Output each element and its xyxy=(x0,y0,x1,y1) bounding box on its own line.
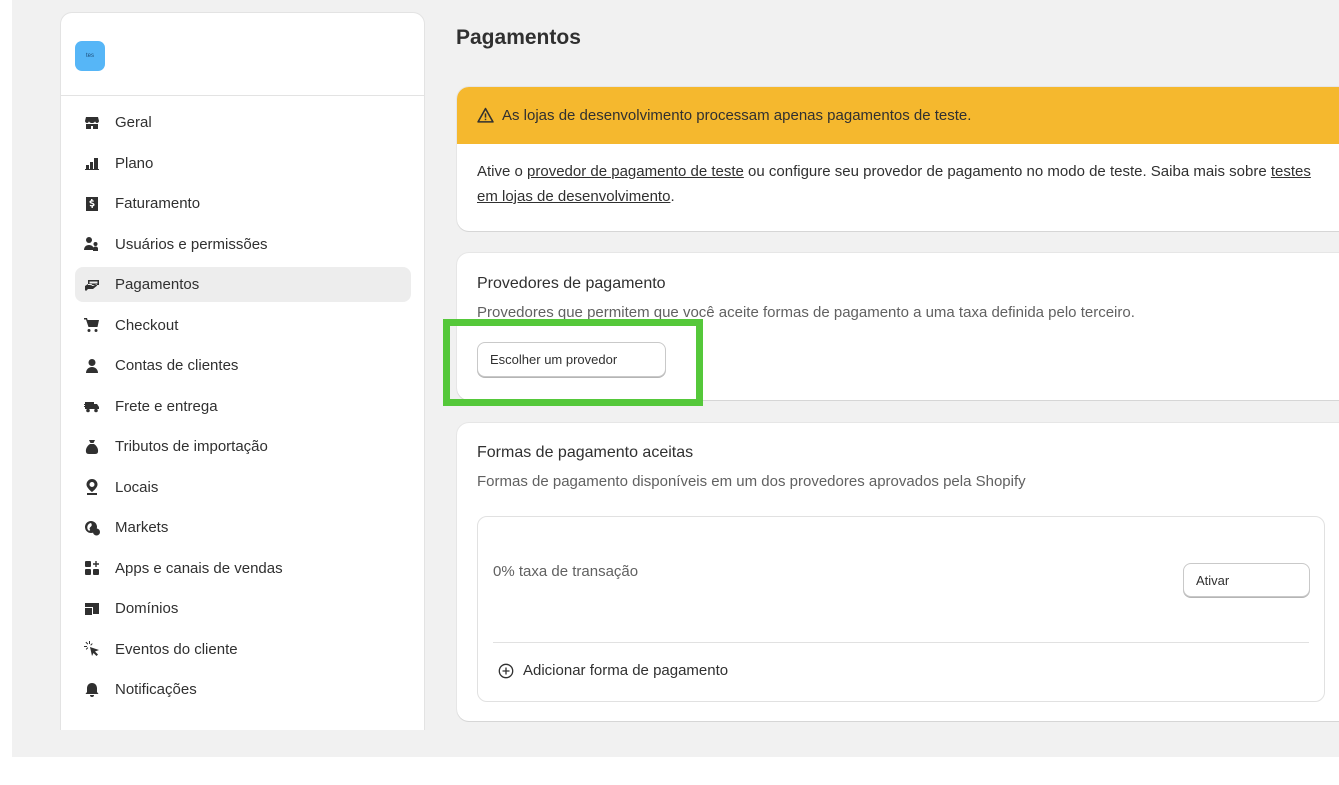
sidebar-item-label: Domínios xyxy=(115,600,179,617)
plan-icon xyxy=(83,154,101,172)
store-icon xyxy=(83,114,101,132)
add-payment-method-label: Adicionar forma de pagamento xyxy=(523,662,729,679)
globe-icon xyxy=(83,519,101,537)
billing-icon xyxy=(83,195,101,213)
apps-icon xyxy=(83,559,101,577)
sidebar-item-locais[interactable]: Locais xyxy=(75,470,411,505)
providers-title: Provedores de pagamento xyxy=(477,275,666,292)
sidebar-item-label: Contas de clientes xyxy=(115,357,239,374)
location-icon xyxy=(83,478,101,496)
sidebar-item-checkout[interactable]: Checkout xyxy=(75,308,411,343)
sidebar-item-faturamento[interactable]: Faturamento xyxy=(75,186,411,221)
sidebar-item-notificacoes[interactable]: Notificações xyxy=(75,672,411,707)
sidebar-item-markets[interactable]: Markets xyxy=(75,510,411,545)
person-icon xyxy=(83,357,101,375)
banner-text: . xyxy=(670,188,675,205)
activate-button[interactable]: Ativar xyxy=(1183,563,1310,597)
users-icon xyxy=(83,235,101,253)
sidebar-item-label: Notificações xyxy=(115,681,197,698)
test-mode-banner: As lojas de desenvolvimento processam ap… xyxy=(457,87,1339,231)
page-title: Pagamentos xyxy=(456,26,581,49)
sidebar-item-apps[interactable]: Apps e canais de vendas xyxy=(75,551,411,586)
sidebar-item-label: Checkout xyxy=(115,316,179,334)
cursor-click-icon xyxy=(83,640,101,658)
sidebar-item-label: Markets xyxy=(115,519,169,536)
providers-subtitle: Provedores que permitem que você aceite … xyxy=(477,304,1135,321)
sidebar-header: tes xyxy=(61,13,424,96)
payments-icon xyxy=(83,276,101,294)
settings-sidebar: tes Geral Plano Faturamento Usuários e p… xyxy=(60,12,425,730)
plus-circle-icon xyxy=(498,663,514,678)
sidebar-item-label: Usuários e permissões xyxy=(115,235,268,253)
sidebar-item-eventos[interactable]: Eventos do cliente xyxy=(75,632,411,667)
sidebar-item-pagamentos[interactable]: Pagamentos xyxy=(75,267,411,302)
sidebar-item-label: Geral xyxy=(115,114,152,131)
sidebar-item-label: Plano xyxy=(115,154,154,172)
domain-icon xyxy=(83,600,101,618)
choose-provider-button[interactable]: Escolher um provedor xyxy=(477,342,666,377)
settings-nav: Geral Plano Faturamento Usuários e permi… xyxy=(75,105,411,713)
divider xyxy=(493,642,1309,643)
bell-icon xyxy=(83,681,101,699)
sidebar-item-label: Frete e entrega xyxy=(115,397,218,415)
methods-subtitle: Formas de pagamento disponíveis em um do… xyxy=(477,473,1026,490)
sidebar-item-usuarios[interactable]: Usuários e permissões xyxy=(75,227,411,262)
payment-providers-card: Provedores de pagamento Provedores que p… xyxy=(457,253,1339,400)
cart-icon xyxy=(83,316,101,334)
payment-method-panel: 0% taxa de transação Ativar Adicionar fo… xyxy=(477,516,1325,702)
sidebar-item-dominios[interactable]: Domínios xyxy=(75,591,411,626)
sidebar-item-plano[interactable]: Plano xyxy=(75,146,411,181)
warning-icon xyxy=(477,107,494,123)
sidebar-item-label: Faturamento xyxy=(115,195,201,212)
banner-text: ou configure seu provedor de pagamento n… xyxy=(743,163,1271,180)
sidebar-item-label: Pagamentos xyxy=(115,276,200,293)
test-provider-link[interactable]: provedor de pagamento de teste xyxy=(527,163,744,180)
banner-header: As lojas de desenvolvimento processam ap… xyxy=(457,87,1339,144)
truck-icon xyxy=(83,397,101,415)
sidebar-item-tributos[interactable]: Tributos de importação xyxy=(75,429,411,464)
add-payment-method-button[interactable]: Adicionar forma de pagamento xyxy=(498,662,728,679)
sidebar-item-label: Tributos de importação xyxy=(115,438,268,455)
store-logo[interactable]: tes xyxy=(75,41,105,71)
methods-title: Formas de pagamento aceitas xyxy=(477,444,694,461)
banner-warning-text: As lojas de desenvolvimento processam ap… xyxy=(502,107,972,124)
accepted-payment-methods-card: Formas de pagamento aceitas Formas de pa… xyxy=(457,423,1339,721)
sidebar-item-label: Apps e canais de vendas xyxy=(115,559,283,577)
transaction-fee-label: 0% taxa de transação xyxy=(493,563,639,580)
sidebar-item-geral[interactable]: Geral xyxy=(75,105,411,140)
sidebar-item-label: Eventos do cliente xyxy=(115,640,238,658)
banner-body: Ative o provedor de pagamento de teste o… xyxy=(457,144,1337,224)
sidebar-item-frete[interactable]: Frete e entrega xyxy=(75,389,411,424)
banner-text: Ative o xyxy=(477,163,528,180)
money-bag-icon xyxy=(83,438,101,456)
sidebar-item-contas-clientes[interactable]: Contas de clientes xyxy=(75,348,411,383)
sidebar-item-label: Locais xyxy=(115,478,159,496)
